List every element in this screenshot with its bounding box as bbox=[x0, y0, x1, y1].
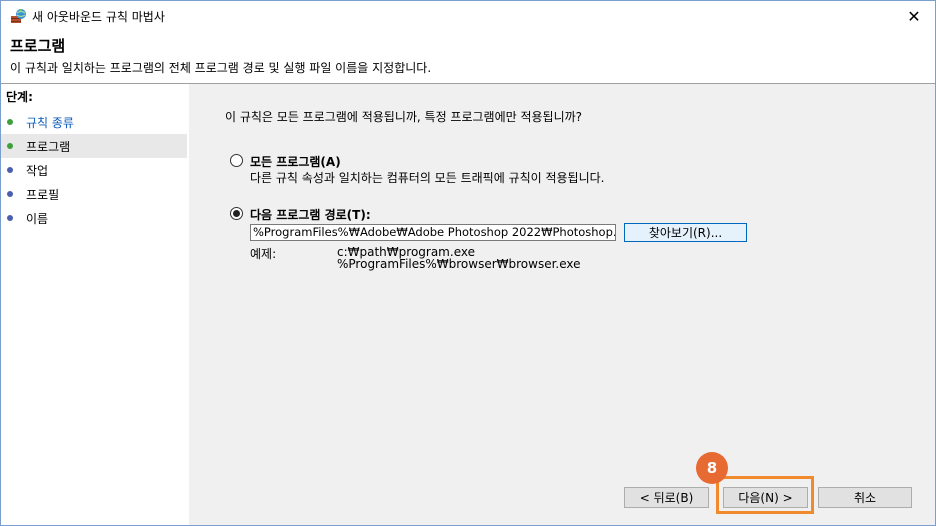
example-label: 예제: bbox=[250, 247, 277, 261]
program-path-radio[interactable] bbox=[230, 207, 243, 220]
step-status-icon bbox=[7, 191, 13, 197]
sidebar-item-label: 프로그램 bbox=[26, 139, 71, 154]
sidebar-item-profile: 프로필 bbox=[1, 182, 187, 206]
step-number-badge: 8 bbox=[696, 452, 728, 484]
step-status-icon bbox=[7, 167, 13, 173]
next-button-highlight bbox=[716, 476, 814, 514]
close-icon: ✕ bbox=[907, 6, 921, 26]
firewall-app-icon bbox=[11, 9, 26, 23]
steps-label: 단계: bbox=[6, 90, 33, 104]
step-status-icon bbox=[7, 215, 13, 221]
sidebar-item-label: 프로필 bbox=[26, 187, 60, 202]
back-button[interactable]: < 뒤로(B) bbox=[624, 487, 709, 508]
cancel-button[interactable]: 취소 bbox=[818, 487, 912, 508]
step-status-icon bbox=[7, 119, 13, 125]
page-title: 프로그램 bbox=[10, 37, 66, 55]
steps-sidebar: 단계: 규칙 종류 프로그램 작업 프로필 이름 bbox=[1, 84, 189, 525]
sidebar-item-name: 이름 bbox=[1, 206, 187, 230]
page-subtitle: 이 규칙과 일치하는 프로그램의 전체 프로그램 경로 및 실행 파일 이름을 … bbox=[10, 61, 432, 75]
question-text: 이 규칙은 모든 프로그램에 적용됩니까, 특정 프로그램에만 적용됩니까? bbox=[225, 110, 583, 124]
sidebar-item-action: 작업 bbox=[1, 158, 187, 182]
sidebar-item-label: 작업 bbox=[26, 163, 49, 178]
window-title: 새 아웃바운드 규칙 마법사 bbox=[32, 10, 165, 24]
sidebar-item-label: 규칙 종류 bbox=[26, 115, 74, 130]
page-header: 프로그램 이 규칙과 일치하는 프로그램의 전체 프로그램 경로 및 실행 파일… bbox=[1, 31, 935, 83]
title-bar: 새 아웃바운드 규칙 마법사 ✕ bbox=[1, 1, 935, 31]
sidebar-item-program[interactable]: 프로그램 bbox=[1, 134, 187, 158]
all-programs-label[interactable]: 모든 프로그램(A) bbox=[250, 153, 341, 170]
program-path-label[interactable]: 다음 프로그램 경로(T): bbox=[250, 206, 371, 223]
example-path-2: %ProgramFiles%₩browser₩browser.exe bbox=[337, 257, 581, 271]
sidebar-item-rule-type[interactable]: 규칙 종류 bbox=[1, 110, 187, 134]
browse-button[interactable]: 찾아보기(R)... bbox=[624, 223, 747, 242]
close-button[interactable]: ✕ bbox=[893, 1, 935, 31]
step-status-icon bbox=[7, 143, 13, 149]
program-path-input[interactable]: %ProgramFiles%₩Adobe₩Adobe Photoshop 202… bbox=[250, 224, 616, 241]
main-panel: 이 규칙은 모든 프로그램에 적용됩니까, 특정 프로그램에만 적용됩니까? 모… bbox=[189, 84, 935, 525]
all-programs-description: 다른 규칙 속성과 일치하는 컴퓨터의 모든 트래픽에 규칙이 적용됩니다. bbox=[250, 171, 605, 185]
all-programs-radio[interactable] bbox=[230, 154, 243, 167]
sidebar-item-label: 이름 bbox=[26, 211, 49, 226]
